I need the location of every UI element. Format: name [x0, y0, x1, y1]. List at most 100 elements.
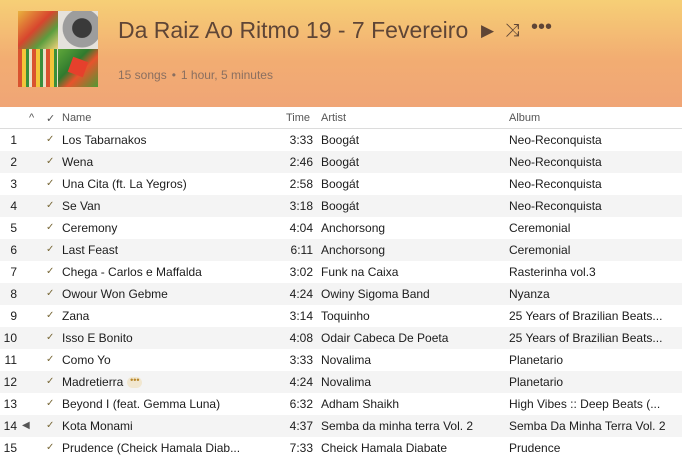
- track-checkbox-icon[interactable]: ✓: [46, 442, 54, 453]
- track-artist: Cheick Hamala Diabate: [321, 441, 448, 455]
- track-time: 3:14: [289, 309, 313, 323]
- track-checkbox-icon[interactable]: ✓: [46, 222, 54, 233]
- playlist-artwork[interactable]: [18, 11, 98, 87]
- track-checkbox-icon[interactable]: ✓: [46, 288, 54, 299]
- sort-arrow-icon[interactable]: ^: [29, 112, 34, 124]
- track-artist: Semba da minha terra Vol. 2: [321, 419, 474, 433]
- album-art-tile: [18, 49, 58, 87]
- track-checkbox-icon[interactable]: ✓: [46, 332, 54, 343]
- track-number: 13: [3, 397, 17, 411]
- row-more-icon[interactable]: •••: [127, 377, 143, 389]
- track-album: Planetario: [509, 375, 564, 389]
- track-album: Neo-Reconquista: [509, 155, 602, 169]
- track-checkbox-icon[interactable]: ✓: [46, 200, 54, 211]
- track-name: Kota Monami: [62, 419, 133, 433]
- track-number: 4: [10, 199, 17, 213]
- track-name: Como Yo: [62, 353, 111, 367]
- track-number: 3: [10, 177, 17, 191]
- track-artist: Novalima: [321, 353, 372, 367]
- track-album: Planetario: [509, 353, 564, 367]
- track-row[interactable]: 4 Se Van 3:18 Boogát Neo-Reconquista ✓: [0, 195, 682, 217]
- track-checkbox-icon[interactable]: ✓: [46, 354, 54, 365]
- track-row[interactable]: 10 Isso E Bonito 4:08 Odair Cabeca De Poeta…: [0, 327, 682, 349]
- shuffle-icon[interactable]: ⤨: [505, 20, 519, 41]
- track-number: 12: [3, 375, 17, 389]
- column-name[interactable]: Name: [62, 112, 91, 124]
- track-row[interactable]: 3 Una Cita (ft. La Yegros) 2:58 Boogát Neo-R…: [0, 173, 682, 195]
- track-name: Chega - Carlos e Maffalda: [62, 265, 202, 279]
- track-row[interactable]: 7 Chega - Carlos e Maffalda 3:02 Funk na Ca…: [0, 261, 682, 283]
- track-row[interactable]: 13 Beyond I (feat. Gemma Luna) 6:32 Adham S…: [0, 393, 682, 415]
- column-artist[interactable]: Artist: [321, 112, 346, 124]
- track-checkbox-icon[interactable]: ✓: [46, 178, 54, 189]
- track-name-text: Madretierra: [62, 375, 124, 389]
- track-artist: Boogát: [321, 133, 360, 147]
- track-row[interactable]: 12 Madretierra ••• 4:24 Novalima Planetario ✓: [0, 371, 682, 393]
- track-time: 3:02: [289, 265, 313, 279]
- track-album: High Vibes :: Deep Beats (...: [509, 397, 661, 411]
- track-row[interactable]: 9 Zana 3:14 Toquinho 25 Years of Brazilian B…: [0, 305, 682, 327]
- track-number: 2: [10, 155, 17, 169]
- track-number: 8: [10, 287, 17, 301]
- track-checkbox-icon[interactable]: ✓: [46, 420, 54, 431]
- track-time: 4:24: [289, 287, 313, 301]
- track-name: Owour Won Gebme: [62, 287, 168, 301]
- song-count: 15 songs: [118, 68, 167, 82]
- track-artist: Boogát: [321, 177, 360, 191]
- track-artist: Boogát: [321, 155, 360, 169]
- track-time: 6:11: [290, 243, 313, 257]
- track-number: 14: [3, 419, 17, 433]
- track-time: 2:58: [289, 177, 313, 191]
- track-album: Nyanza: [509, 287, 550, 301]
- track-checkbox-icon[interactable]: ✓: [46, 134, 54, 145]
- column-time[interactable]: Time: [286, 112, 310, 124]
- track-album: Rasterinha vol.3: [509, 265, 596, 279]
- track-checkbox-icon[interactable]: ✓: [46, 310, 54, 321]
- track-checkbox-icon[interactable]: ✓: [46, 156, 54, 167]
- track-number: 7: [10, 265, 17, 279]
- meta-separator: •: [171, 68, 176, 82]
- track-number: 10: [3, 331, 17, 345]
- track-row[interactable]: 11 Como Yo 3:33 Novalima Planetario ✓: [0, 349, 682, 371]
- track-number: 5: [10, 221, 17, 235]
- track-time: 3:33: [289, 133, 313, 147]
- track-name: Isso E Bonito: [62, 331, 133, 345]
- track-name: Zana: [62, 309, 90, 323]
- track-artist: Toquinho: [321, 309, 370, 323]
- track-name: Los Tabarnakos: [62, 133, 147, 147]
- track-checkbox-icon[interactable]: ✓: [46, 266, 54, 277]
- column-album[interactable]: Album: [509, 112, 540, 124]
- track-time: 4:04: [289, 221, 313, 235]
- track-row[interactable]: 1 Los Tabarnakos 3:33 Boogát Neo-Reconquista…: [0, 129, 682, 151]
- album-art-tile: [58, 49, 98, 87]
- track-album: Semba Da Minha Terra Vol. 2: [509, 419, 666, 433]
- column-check[interactable]: ✓: [46, 112, 55, 125]
- track-number: 6: [10, 243, 17, 257]
- track-album: Ceremonial: [509, 221, 571, 235]
- playlist-meta: 15 songs • 1 hour, 5 minutes: [118, 68, 273, 82]
- track-name: Wena: [62, 155, 94, 169]
- track-artist: Funk na Caixa: [321, 265, 399, 279]
- track-name: Prudence (Cheick Hamala Diab...: [62, 441, 241, 455]
- track-row[interactable]: 15 Prudence (Cheick Hamala Diab... 7:33 Che…: [0, 437, 682, 459]
- track-checkbox-icon[interactable]: ✓: [46, 376, 54, 387]
- track-row[interactable]: 2 Wena 2:46 Boogát Neo-Reconquista ✓: [0, 151, 682, 173]
- track-row[interactable]: 14 Kota Monami 4:37 Semba da minha terra Vo…: [0, 415, 682, 437]
- track-time: 3:18: [289, 199, 313, 213]
- track-artist: Owiny Sigoma Band: [321, 287, 430, 301]
- column-header-row: ^ ✓ Name Time Artist Album: [0, 107, 682, 129]
- track-row[interactable]: 8 Owour Won Gebme 4:24 Owiny Sigoma Band Nya…: [0, 283, 682, 305]
- track-album: 25 Years of Brazilian Beats...: [509, 331, 663, 345]
- track-checkbox-icon[interactable]: ✓: [46, 244, 54, 255]
- track-time: 3:33: [289, 353, 313, 367]
- play-icon[interactable]: ▶: [481, 21, 494, 41]
- track-artist: Anchorsong: [321, 221, 386, 235]
- track-row[interactable]: 6 Last Feast 6:11 Anchorsong Ceremonial ✓: [0, 239, 682, 261]
- track-artist: Anchorsong: [321, 243, 386, 257]
- more-options-icon[interactable]: •••: [531, 16, 552, 39]
- track-time: 7:33: [289, 441, 313, 455]
- track-checkbox-icon[interactable]: ✓: [46, 398, 54, 409]
- track-number: 15: [3, 441, 17, 455]
- track-number: 1: [10, 133, 17, 147]
- track-row[interactable]: 5 Ceremony 4:04 Anchorsong Ceremonial ✓: [0, 217, 682, 239]
